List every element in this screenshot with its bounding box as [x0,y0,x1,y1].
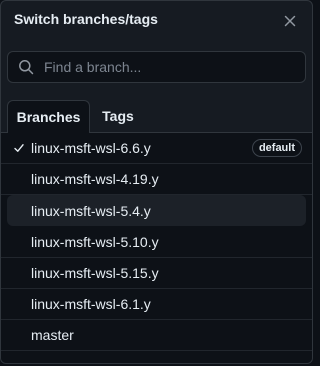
branch-name: linux-msft-wsl-5.4.y [31,202,151,219]
branch-item[interactable]: linux-msft-wsl-5.15.y [1,258,312,289]
search-container [1,43,312,83]
search-icon [19,60,34,75]
branch-name: linux-msft-wsl-5.15.y [31,265,159,281]
panel-title: Switch branches/tags [14,11,158,27]
branch-item[interactable]: linux-msft-wsl-4.19.y [1,164,312,195]
tab-branches[interactable]: Branches [7,100,90,133]
tab-branches-label: Branches [16,109,81,125]
branch-item[interactable]: linux-msft-wsl-5.4.y [7,195,306,226]
default-badge: default [251,139,302,157]
close-button[interactable] [280,11,300,31]
branch-name: linux-msft-wsl-5.10.y [31,234,159,250]
branch-name: linux-msft-wsl-4.19.y [31,171,159,187]
panel-header: Switch branches/tags [1,1,312,43]
search-field[interactable] [7,51,306,83]
branch-list: linux-msft-wsl-6.6.y default linux-msft-… [1,133,312,363]
close-icon [284,15,296,27]
branch-search-input[interactable] [44,59,284,75]
branch-name: linux-msft-wsl-6.6.y [31,140,151,156]
branch-item[interactable]: linux-msft-wsl-6.1.y [1,289,312,320]
branch-name: linux-msft-wsl-6.1.y [31,296,151,312]
branch-item[interactable]: master [1,320,312,351]
branch-item[interactable]: linux-msft-wsl-6.6.y default [1,133,312,164]
branch-name: master [31,327,74,343]
tab-bar: Branches Tags [1,100,312,133]
branch-switcher-panel: Switch branches/tags Branches Tags [0,0,313,364]
check-icon [14,143,28,153]
tab-tags[interactable]: Tags [92,100,144,132]
tab-tags-label: Tags [102,108,134,124]
branch-item[interactable]: linux-msft-wsl-5.10.y [1,227,312,258]
